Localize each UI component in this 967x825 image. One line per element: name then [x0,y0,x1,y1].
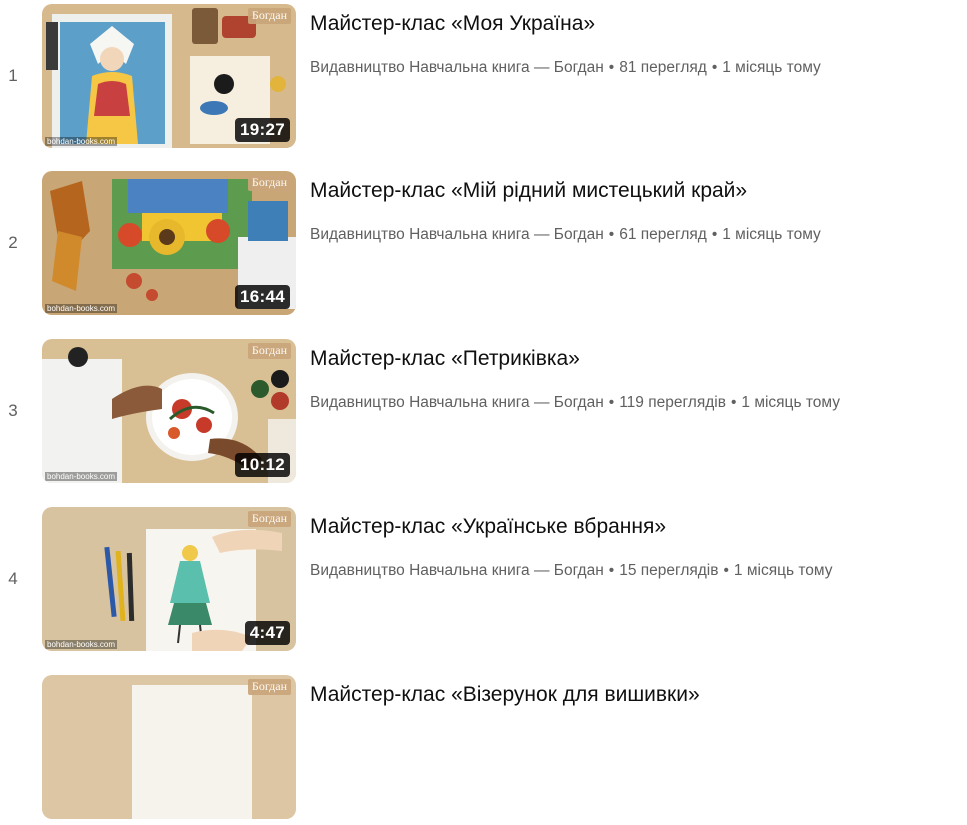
upload-age: 1 місяць тому [733,562,833,579]
channel-logo: Богдан [247,679,291,695]
playlist-item[interactable]: 4 Богдан bohdan-books.com 4:47 Майстер-к… [0,507,967,657]
playlist-item[interactable]: Богдан Майстер-клас «Візерунок для вишив… [0,675,967,825]
video-meta: Видавництво Навчальна книга — Богдан • 15 … [310,562,832,580]
meta-separator: • [608,59,615,76]
meta-separator: • [608,394,615,411]
playlist: 1 Богдан bohdan-books.com 19:27 Майстер-… [0,0,967,819]
channel-name[interactable]: Видавництво Навчальна книга — Богдан [310,226,604,243]
view-count: 15 переглядів [619,562,719,579]
meta-separator: • [711,59,718,76]
meta-separator: • [608,226,615,243]
video-thumbnail[interactable]: Богдан bohdan-books.com 10:12 [42,339,296,483]
playlist-item[interactable]: 1 Богдан bohdan-books.com 19:27 Майстер-… [0,4,967,154]
video-title[interactable]: Майстер-клас «Петриківка» [310,347,580,371]
channel-logo: Богдан [247,511,291,527]
video-meta: Видавництво Навчальна книга — Богдан • 119… [310,394,840,412]
item-index: 3 [8,401,18,420]
channel-name[interactable]: Видавництво Навчальна книга — Богдан [310,562,604,579]
embroidery-pattern-thumbnail-icon [42,675,296,819]
upload-age: 1 місяць тому [722,226,821,243]
playlist-item[interactable]: 2 Богдан bohdan-books.com 16:44 Майстер-… [0,171,967,321]
meta-separator: • [723,562,729,579]
video-meta: Видавництво Навчальна книга — Богдан • 81 … [310,59,821,77]
item-index: 1 [8,66,18,85]
channel-name[interactable]: Видавництво Навчальна книга — Богдан [310,394,604,411]
playlist-item[interactable]: 3 Богдан bohdan-books.com 10:12 Майстер-… [0,339,967,489]
item-index: 4 [8,569,18,588]
channel-logo: Богдан [247,343,291,359]
channel-logo: Богдан [247,175,291,191]
video-title[interactable]: Майстер-клас «Мій рідний мистецький край… [310,179,747,203]
channel-name[interactable]: Видавництво Навчальна книга — Богдан [310,59,604,76]
video-thumbnail[interactable]: Богдан bohdan-books.com 16:44 [42,171,296,315]
channel-logo: Богдан [247,8,291,24]
video-title[interactable]: Майстер-клас «Українське вбрання» [310,515,666,539]
upload-age: 1 місяць тому [741,394,840,411]
view-count: 61 перегляд [619,226,707,243]
watermark: bohdan-books.com [45,472,118,481]
view-count: 81 перегляд [619,59,707,76]
video-title[interactable]: Майстер-клас «Візерунок для вишивки» [310,683,700,707]
upload-age: 1 місяць тому [722,59,821,76]
view-count: 119 переглядів [619,394,726,411]
duration-badge: 16:44 [235,285,290,309]
meta-separator: • [711,226,718,243]
video-title[interactable]: Майстер-клас «Моя Україна» [310,12,595,36]
duration-badge: 19:27 [235,118,290,142]
watermark: bohdan-books.com [45,640,118,649]
meta-separator: • [608,562,615,579]
video-thumbnail[interactable]: Богдан [42,675,296,819]
duration-badge: 10:12 [235,453,290,477]
meta-separator: • [730,394,737,411]
video-thumbnail[interactable]: Богдан bohdan-books.com 19:27 [42,4,296,148]
video-meta: Видавництво Навчальна книга — Богдан • 61 … [310,226,821,244]
watermark: bohdan-books.com [45,137,118,146]
item-index: 2 [8,233,18,252]
watermark: bohdan-books.com [45,304,118,313]
video-thumbnail[interactable]: Богдан bohdan-books.com 4:47 [42,507,296,651]
duration-badge: 4:47 [244,621,290,645]
